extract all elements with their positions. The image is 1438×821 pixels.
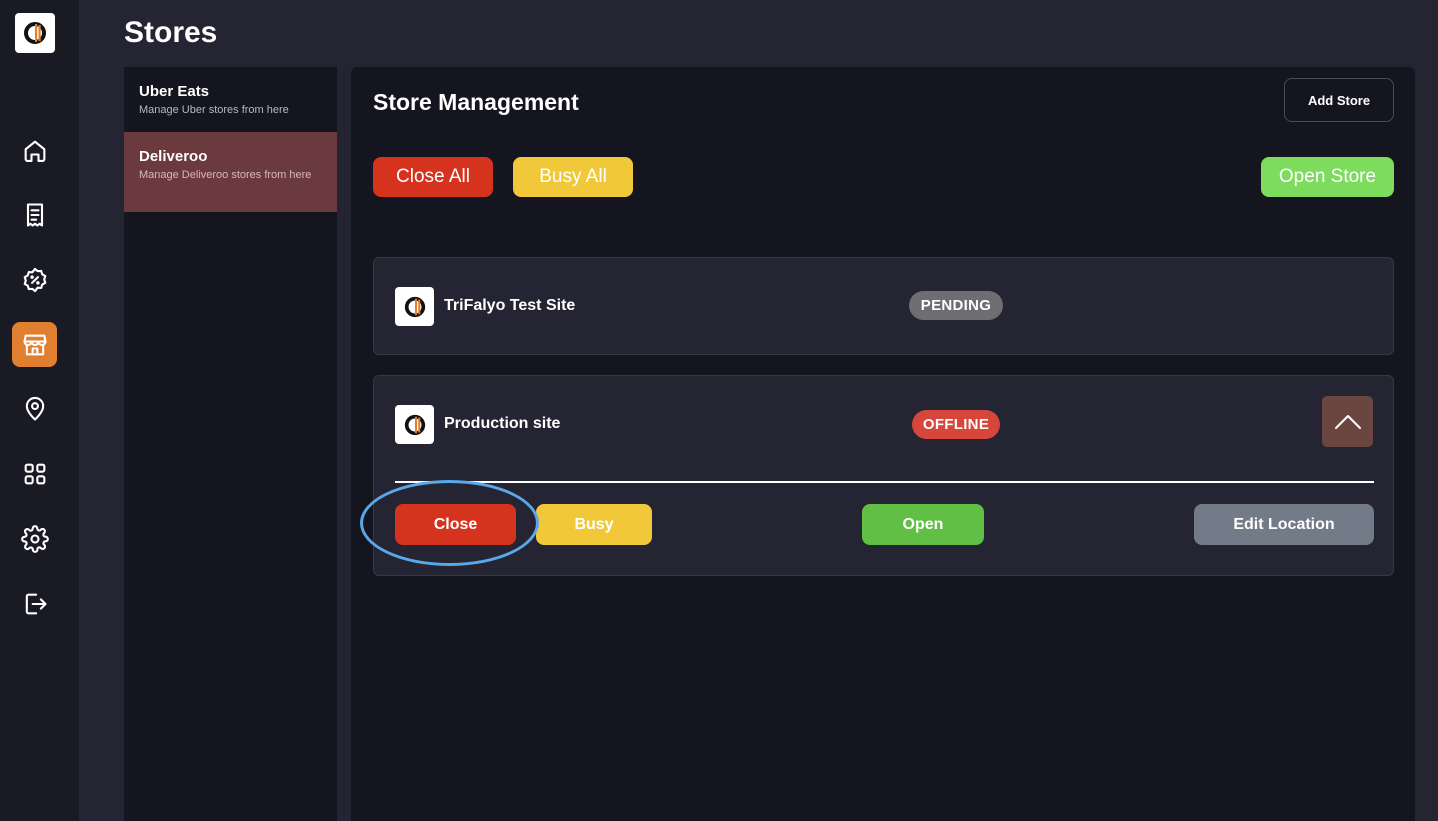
add-store-button[interactable]: Add Store	[1284, 78, 1394, 122]
nav-settings[interactable]	[12, 516, 57, 561]
open-store-action-button[interactable]: Open	[862, 504, 984, 545]
chevron-up-icon	[1334, 414, 1361, 429]
nav-rail	[0, 0, 79, 821]
nav-home[interactable]	[12, 128, 57, 173]
open-store-button[interactable]: Open Store	[1261, 157, 1394, 197]
home-icon	[24, 140, 45, 162]
nav-logout[interactable]	[12, 581, 57, 626]
store-card[interactable]: TriFalyo Test Site PENDING	[373, 257, 1394, 355]
receipt-icon	[26, 202, 43, 227]
store-card[interactable]: Production site OFFLINE Close Busy Open …	[373, 375, 1394, 576]
nav-apps[interactable]	[12, 451, 57, 496]
close-store-button[interactable]: Close	[395, 504, 516, 545]
app-logo-icon[interactable]	[15, 13, 55, 53]
nav-locations[interactable]	[12, 386, 57, 431]
busy-all-button[interactable]: Busy All	[513, 157, 633, 197]
nav-discounts[interactable]	[12, 257, 57, 302]
store-logo-icon	[395, 287, 434, 326]
logout-icon	[25, 593, 47, 614]
store-name: Production site	[444, 415, 561, 432]
status-badge: PENDING	[909, 291, 1003, 320]
panel-title: Store Management	[373, 89, 579, 115]
store-name: TriFalyo Test Site	[444, 297, 576, 314]
store-management-panel: Store Management Add Store Close All Bus…	[351, 67, 1415, 821]
edit-location-button[interactable]: Edit Location	[1194, 504, 1374, 545]
discount-icon	[23, 267, 46, 292]
provider-description: Manage Uber stores from here	[139, 104, 289, 116]
page-title: Stores	[124, 16, 218, 49]
status-badge: OFFLINE	[912, 410, 1000, 439]
divider	[395, 481, 1374, 483]
provider-item-uber-eats[interactable]: Uber Eats Manage Uber stores from here	[124, 67, 337, 132]
grid-icon	[24, 463, 45, 484]
nav-stores[interactable]	[12, 322, 57, 367]
nav-orders[interactable]	[12, 192, 57, 237]
provider-item-deliveroo[interactable]: Deliveroo Manage Deliveroo stores from h…	[124, 132, 337, 212]
store-logo-icon	[395, 405, 434, 444]
provider-description: Manage Deliveroo stores from here	[139, 169, 312, 181]
provider-name: Uber Eats	[139, 83, 210, 100]
gear-icon	[20, 524, 49, 553]
close-all-button[interactable]: Close All	[373, 157, 493, 197]
location-pin-icon	[25, 396, 44, 421]
store-icon	[22, 334, 47, 355]
provider-list: Uber Eats Manage Uber stores from here D…	[124, 67, 337, 821]
collapse-button[interactable]	[1322, 396, 1373, 447]
provider-name: Deliveroo	[139, 148, 208, 165]
busy-store-button[interactable]: Busy	[536, 504, 652, 545]
